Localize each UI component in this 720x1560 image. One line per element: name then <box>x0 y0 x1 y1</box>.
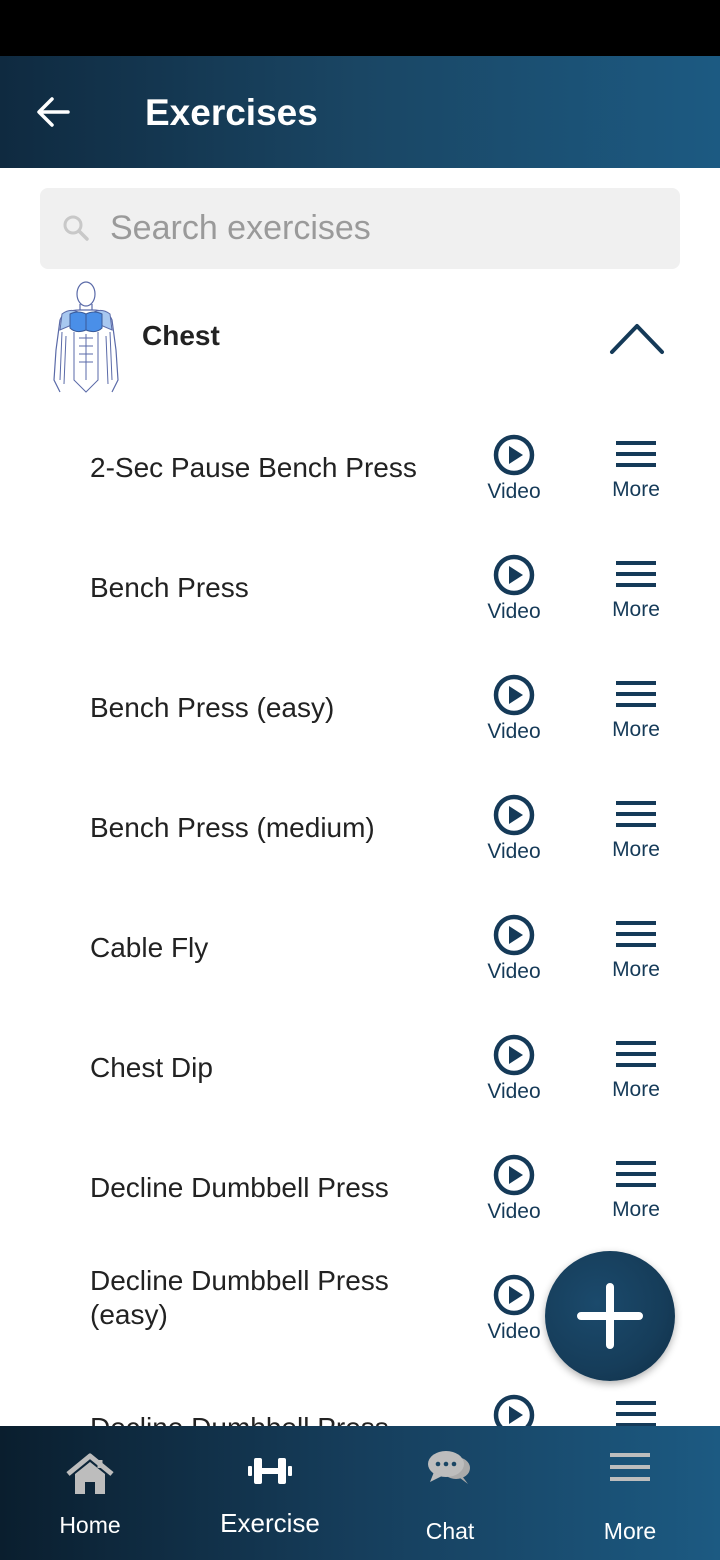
more-button[interactable]: More <box>591 1400 681 1426</box>
bottom-navigation: Home Exercise Chat More <box>0 1426 720 1560</box>
search-input[interactable] <box>110 188 670 269</box>
search-icon <box>63 215 89 241</box>
more-button[interactable]: More <box>591 920 681 1000</box>
menu-lines-icon <box>616 1161 656 1187</box>
nav-item-more[interactable]: More <box>540 1426 720 1560</box>
video-label: Video <box>487 960 541 983</box>
more-button[interactable]: More <box>591 560 681 640</box>
app-bar: Exercises <box>0 56 720 168</box>
video-label: Video <box>487 840 541 863</box>
more-button[interactable]: More <box>591 1040 681 1120</box>
more-label: More <box>612 958 660 981</box>
menu-lines-icon <box>616 1401 656 1426</box>
nav-label-home: Home <box>59 1512 121 1538</box>
play-circle-icon <box>493 1154 535 1196</box>
exercise-name: Decline Dumbbell Press (easy) <box>90 1265 389 1330</box>
video-button[interactable]: Video <box>469 914 559 994</box>
plus-icon <box>577 1283 643 1349</box>
exercise-row[interactable]: 2-Sec Pause Bench Press Video More <box>0 408 720 528</box>
play-circle-icon <box>493 794 535 836</box>
more-button[interactable]: More <box>591 680 681 760</box>
exercise-name: Decline Dumbbell Press <box>90 1411 450 1426</box>
exercise-row[interactable]: Bench Press (medium) Video More <box>0 768 720 888</box>
video-label: Video <box>487 1080 541 1103</box>
exercise-name: Cable Fly <box>90 932 209 963</box>
video-label: Video <box>487 480 541 503</box>
exercise-row[interactable]: Bench Press (easy) Video More <box>0 648 720 768</box>
video-button[interactable]: Video <box>469 794 559 874</box>
menu-lines-icon <box>616 1041 656 1067</box>
more-label: More <box>612 1078 660 1101</box>
more-label: More <box>612 598 660 621</box>
play-circle-icon <box>493 674 535 716</box>
menu-lines-icon <box>616 561 656 587</box>
menu-lines-icon <box>616 801 656 827</box>
play-circle-icon <box>493 914 535 956</box>
add-exercise-button[interactable] <box>545 1251 675 1381</box>
menu-lines-icon <box>616 441 656 467</box>
nav-item-exercise[interactable]: Exercise <box>180 1426 360 1560</box>
video-button[interactable]: Video <box>469 674 559 754</box>
exercise-row[interactable]: Bench Press Video More <box>0 528 720 648</box>
nav-label-chat: Chat <box>425 1518 475 1544</box>
exercise-row[interactable]: Cable Fly Video More <box>0 888 720 1008</box>
more-label: More <box>612 838 660 861</box>
more-button[interactable]: More <box>591 800 681 880</box>
play-circle-icon <box>493 1034 535 1076</box>
play-circle-icon <box>493 554 535 596</box>
video-button[interactable]: Video <box>469 1154 559 1234</box>
exercise-name: Bench Press <box>90 572 249 603</box>
play-circle-icon <box>493 1274 535 1316</box>
exercise-name: Chest Dip <box>90 1052 213 1083</box>
dumbbell-icon <box>248 1458 292 1484</box>
nav-label-more: More <box>603 1518 657 1544</box>
home-icon <box>66 1453 114 1494</box>
video-button[interactable]: Video <box>469 1394 559 1426</box>
video-button[interactable]: Video <box>469 554 559 634</box>
video-button[interactable]: Video <box>469 1034 559 1114</box>
menu-lines-icon <box>616 921 656 947</box>
group-header-chest[interactable]: Chest <box>0 276 720 400</box>
more-label: More <box>612 718 660 741</box>
video-label: Video <box>487 720 541 743</box>
chest-muscle-figure-icon <box>53 281 119 393</box>
more-button[interactable]: More <box>591 440 681 520</box>
chevron-up-icon[interactable] <box>608 320 666 356</box>
play-circle-icon <box>493 1394 535 1426</box>
status-bar <box>0 0 720 56</box>
exercise-name: Bench Press (easy) <box>90 692 335 723</box>
more-label: More <box>612 478 660 501</box>
video-button[interactable]: Video <box>469 434 559 514</box>
group-title: Chest <box>142 320 220 351</box>
more-label: More <box>612 1198 660 1221</box>
arrow-left-icon <box>37 97 70 127</box>
menu-icon <box>610 1453 650 1481</box>
video-label: Video <box>487 600 541 623</box>
nav-item-chat[interactable]: Chat <box>360 1426 540 1560</box>
video-label: Video <box>487 1200 541 1223</box>
page-title: Exercises <box>145 92 318 133</box>
back-button[interactable] <box>30 92 78 132</box>
nav-label-exercise: Exercise <box>220 1508 320 1538</box>
play-circle-icon <box>493 434 535 476</box>
exercise-name: 2-Sec Pause Bench Press <box>90 452 417 483</box>
exercise-row[interactable]: Chest Dip Video More <box>0 1008 720 1128</box>
exercise-name: Bench Press (medium) <box>90 812 375 843</box>
search-bar[interactable] <box>40 188 680 269</box>
more-button[interactable]: More <box>591 1160 681 1240</box>
chat-bubbles-icon <box>428 1451 470 1484</box>
nav-item-home[interactable]: Home <box>0 1426 180 1560</box>
exercise-row[interactable]: Decline Dumbbell Press Video More <box>0 1128 720 1248</box>
menu-lines-icon <box>616 681 656 707</box>
exercise-name: Decline Dumbbell Press <box>90 1172 389 1203</box>
